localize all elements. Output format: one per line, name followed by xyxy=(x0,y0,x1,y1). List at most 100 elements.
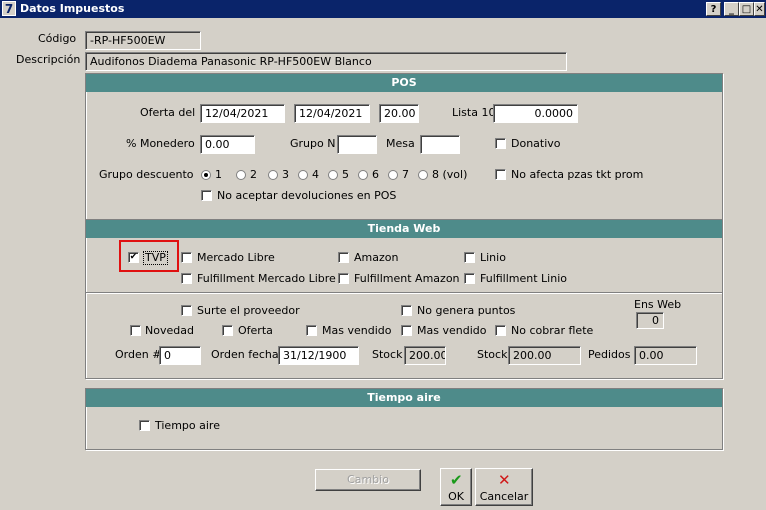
no-aceptar-label: No aceptar devoluciones en POS xyxy=(217,189,397,202)
grupo-radio-1[interactable] xyxy=(201,170,211,180)
no-genera-label: No genera puntos xyxy=(417,304,516,317)
ok-label: OK xyxy=(448,490,464,503)
pos-panel-header: POS xyxy=(86,74,722,92)
oferta-checkbox[interactable] xyxy=(222,325,233,336)
pedidos-label: Pedidos xyxy=(588,348,631,361)
descripcion-field[interactable]: Audifonos Diadema Panasonic RP-HF500EW B… xyxy=(85,52,567,71)
no-afecta-label: No afecta pzas tkt prom xyxy=(511,168,644,181)
grupo-radio-7-label: 7 xyxy=(402,168,409,181)
amazon-checkbox[interactable] xyxy=(338,252,349,263)
mas-vendido-1-checkbox[interactable] xyxy=(306,325,317,336)
grupo-n-field[interactable] xyxy=(337,135,377,154)
surte-label: Surte el proveedor xyxy=(197,304,300,317)
no-afecta-checkbox[interactable] xyxy=(495,169,506,180)
fulfillment-linio-checkbox[interactable] xyxy=(464,273,475,284)
no-aceptar-checkbox[interactable] xyxy=(201,190,212,201)
close-button[interactable]: ✕ xyxy=(754,2,765,16)
tvp-checkbox[interactable]: ✔ xyxy=(128,252,139,263)
fulfillment-linio-label: Fulfillment Linio xyxy=(480,272,568,285)
no-genera-checkbox[interactable] xyxy=(401,305,412,316)
mesa-field[interactable] xyxy=(420,135,460,154)
oferta-value-field[interactable]: 20.00 xyxy=(379,104,419,123)
help-button[interactable]: ? xyxy=(706,2,721,16)
novedad-label: Novedad xyxy=(145,324,194,337)
orden-field[interactable]: 0 xyxy=(159,346,201,365)
no-cobrar-label: No cobrar flete xyxy=(511,324,594,337)
orden-fecha-label: Orden fecha xyxy=(211,348,279,361)
monedero-label: % Monedero xyxy=(126,137,195,150)
grupo-radio-4[interactable] xyxy=(298,170,308,180)
orden-label: Orden # xyxy=(115,348,162,361)
mercado-libre-checkbox[interactable] xyxy=(181,252,192,263)
grupo-radio-2[interactable] xyxy=(236,170,246,180)
mas-vendido-2-checkbox[interactable] xyxy=(401,325,412,336)
grupo-radio-4-label: 4 xyxy=(312,168,319,181)
stock-2-label: Stock xyxy=(477,348,508,361)
grupo-radio-8[interactable] xyxy=(418,170,428,180)
grupo-radio-3[interactable] xyxy=(268,170,278,180)
cancel-label: Cancelar xyxy=(479,490,529,503)
fulfillment-amazon-checkbox[interactable] xyxy=(338,273,349,284)
mercado-libre-label: Mercado Libre xyxy=(197,251,275,264)
mas-vendido-1-label: Mas vendido xyxy=(322,324,392,337)
minimize-button[interactable]: _ xyxy=(724,2,739,16)
fulfillment-amazon-label: Fulfillment Amazon xyxy=(354,272,460,285)
cambio-button[interactable]: Cambio xyxy=(315,469,421,491)
fulfillment-ml-checkbox[interactable] xyxy=(181,273,192,284)
grupo-radio-8-label: 8 (vol) xyxy=(432,168,468,181)
check-icon: ✔ xyxy=(450,471,463,489)
stock-1-label: Stock xyxy=(372,348,403,361)
title-bar[interactable]: 7 Datos Impuestos ? _ □ ✕ xyxy=(0,0,766,18)
fulfillment-ml-label: Fulfillment Mercado Libre xyxy=(197,272,336,285)
codigo-label: Código xyxy=(38,32,77,45)
web-divider xyxy=(86,292,722,294)
tiempo-aire-label: Tiempo aire xyxy=(155,419,220,432)
pedidos-field[interactable]: 0.00 xyxy=(634,346,697,365)
mas-vendido-2-label: Mas vendido xyxy=(417,324,487,337)
grupo-n-label: Grupo N xyxy=(290,137,336,150)
stock-1-field[interactable]: 200.00 xyxy=(404,346,446,365)
linio-label: Linio xyxy=(480,251,506,264)
tiempo-panel-header: Tiempo aire xyxy=(86,389,722,407)
amazon-label: Amazon xyxy=(354,251,399,264)
grupo-radio-5-label: 5 xyxy=(342,168,349,181)
oferta-label: Oferta del xyxy=(140,106,196,119)
surte-checkbox[interactable] xyxy=(181,305,192,316)
tvp-label: TVP xyxy=(143,251,168,265)
linio-checkbox[interactable] xyxy=(464,252,475,263)
orden-fecha-field[interactable]: 31/12/1900 xyxy=(278,346,359,365)
grupo-radio-3-label: 3 xyxy=(282,168,289,181)
oferta-from-field[interactable]: 12/04/2021 xyxy=(200,104,285,123)
donativo-checkbox[interactable] xyxy=(495,138,506,149)
stock-2-field[interactable]: 200.00 xyxy=(508,346,581,365)
window-title: Datos Impuestos xyxy=(20,2,125,15)
oferta-to-field[interactable]: 12/04/2021 xyxy=(294,104,370,123)
dialog-client: Código -RP-HF500EW Descripción Audifonos… xyxy=(2,18,764,508)
descripcion-label: Descripción xyxy=(16,53,81,66)
app-icon: 7 xyxy=(2,1,16,16)
grupo-radio-6[interactable] xyxy=(358,170,368,180)
grupo-descuento-label: Grupo descuento xyxy=(99,168,194,181)
ens-web-field[interactable]: 0 xyxy=(636,312,664,329)
web-panel-header: Tienda Web xyxy=(86,220,722,238)
donativo-label: Donativo xyxy=(511,137,561,150)
grupo-radio-6-label: 6 xyxy=(372,168,379,181)
grupo-radio-2-label: 2 xyxy=(250,168,257,181)
ok-button[interactable]: ✔ OK xyxy=(440,468,472,506)
ens-web-label: Ens Web xyxy=(634,298,682,311)
x-icon: ✕ xyxy=(498,471,511,489)
no-cobrar-checkbox[interactable] xyxy=(495,325,506,336)
novedad-checkbox[interactable] xyxy=(130,325,141,336)
mesa-label: Mesa xyxy=(386,137,415,150)
tiempo-aire-checkbox[interactable] xyxy=(139,420,150,431)
grupo-radio-7[interactable] xyxy=(388,170,398,180)
lista-label: Lista 10 xyxy=(452,106,496,119)
grupo-radio-1-label: 1 xyxy=(215,168,222,181)
cancel-button[interactable]: ✕ Cancelar xyxy=(475,468,533,506)
monedero-field[interactable]: 0.00 xyxy=(200,135,255,154)
grupo-radio-5[interactable] xyxy=(328,170,338,180)
oferta-checkbox-label: Oferta xyxy=(238,324,273,337)
codigo-field[interactable]: -RP-HF500EW xyxy=(85,31,201,50)
lista-field[interactable]: 0.0000 xyxy=(493,104,578,123)
maximize-button[interactable]: □ xyxy=(739,2,754,16)
